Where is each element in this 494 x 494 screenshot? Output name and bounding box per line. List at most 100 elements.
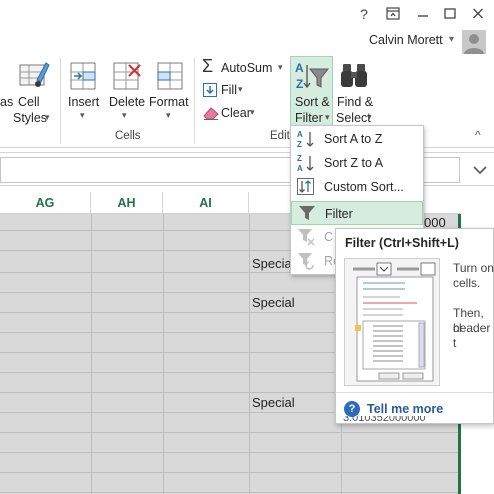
format-button[interactable] xyxy=(152,60,186,92)
column-divider xyxy=(91,214,92,494)
sort-filter-icon: A Z xyxy=(295,61,330,91)
minimize-button[interactable] xyxy=(413,5,433,23)
row-divider xyxy=(0,452,460,453)
menu-item-label: Filter xyxy=(325,207,353,221)
sort-filter-label-line2: Filter xyxy=(295,111,323,125)
autosum-dropdown-icon: ▾ xyxy=(278,62,283,72)
close-button[interactable] xyxy=(468,5,488,23)
clear-dropdown-icon: ▾ xyxy=(250,107,255,117)
column-divider xyxy=(249,214,250,494)
person-icon xyxy=(464,34,484,54)
row-divider xyxy=(0,472,460,473)
delete-dropdown-icon[interactable]: ▾ xyxy=(122,110,127,121)
menu-item-label: Sort Z to A xyxy=(324,156,384,170)
autosum-button[interactable]: Σ AutoSum ▾ xyxy=(202,56,292,78)
menu-item-sort-a-to-z[interactable]: A Z Sort A to Z xyxy=(291,127,423,151)
tooltip-body-line: header t xyxy=(453,321,491,350)
sort-filter-dropdown-icon: ▾ xyxy=(325,112,330,122)
tooltip-title: Filter (Ctrl+Shift+L) xyxy=(345,236,459,250)
fill-dropdown-icon: ▾ xyxy=(238,84,243,94)
insert-button[interactable] xyxy=(66,60,100,92)
tooltip-divider xyxy=(336,392,494,393)
tooltip-preview-image xyxy=(344,258,440,386)
cell-special[interactable]: Special xyxy=(252,295,295,310)
account-name[interactable]: Calvin Morett xyxy=(369,33,443,47)
maximize-button[interactable] xyxy=(440,5,460,23)
tell-me-more-link[interactable]: Tell me more xyxy=(367,402,443,416)
svg-text:Z: Z xyxy=(297,154,302,163)
cell-special[interactable]: Special xyxy=(252,395,295,410)
row-divider xyxy=(0,492,460,493)
autosum-label: AutoSum xyxy=(221,61,273,75)
column-header-ah[interactable]: AH xyxy=(91,192,163,214)
find-select-button[interactable] xyxy=(338,60,372,92)
chevron-down-icon xyxy=(473,166,487,175)
cell-styles-button[interactable] xyxy=(17,60,51,94)
column-header-ag[interactable]: AG xyxy=(0,192,91,214)
group-separator xyxy=(194,58,195,144)
row-divider xyxy=(0,432,460,433)
maximize-icon xyxy=(444,8,456,19)
cell-styles-icon xyxy=(19,62,50,87)
svg-text:A: A xyxy=(295,61,304,75)
sigma-icon: Σ xyxy=(202,56,214,76)
reapply-filter-icon xyxy=(298,253,314,270)
tooltip-body-line: cells. xyxy=(453,276,481,290)
insert-cells-icon xyxy=(70,62,96,90)
cell-styles-label-line2[interactable]: Styles xyxy=(13,110,47,126)
format-dropdown-icon[interactable]: ▾ xyxy=(166,110,171,121)
clear-filter-icon xyxy=(298,229,315,246)
custom-sort-icon xyxy=(297,178,314,195)
insert-dropdown-icon[interactable]: ▾ xyxy=(80,110,85,121)
svg-text:Z: Z xyxy=(297,140,302,149)
menu-item-sort-z-to-a[interactable]: Z A Sort Z to A xyxy=(291,151,423,175)
ribbon-display-options-button[interactable] xyxy=(383,5,403,23)
menu-item-label: Custom Sort... xyxy=(324,180,404,194)
format-as-table-label-partial[interactable]: as xyxy=(0,94,13,110)
cell-styles-dropdown-icon[interactable]: ▾ xyxy=(45,112,50,123)
menu-item-filter[interactable]: Filter xyxy=(291,201,423,225)
delete-button[interactable] xyxy=(109,60,143,92)
fill-button[interactable]: Fill ▾ xyxy=(202,81,262,101)
svg-text:A: A xyxy=(297,130,303,139)
minimize-icon xyxy=(418,15,428,17)
format-cells-icon xyxy=(157,62,183,90)
delete-cells-icon xyxy=(113,62,141,90)
cells-group-label: Cells xyxy=(115,130,141,142)
column-header-ai[interactable]: AI xyxy=(163,192,249,214)
sort-descending-icon: Z A xyxy=(297,154,314,173)
sort-filter-label: Sort & xyxy=(295,95,330,109)
tooltip-body-line: Turn on xyxy=(453,261,494,275)
cell-number-partial[interactable]: 3.010352000000 xyxy=(343,416,460,426)
find-select-label[interactable]: Find & xyxy=(337,94,373,110)
fill-down-icon xyxy=(203,83,217,97)
eraser-icon xyxy=(203,107,219,120)
expand-formula-bar-button[interactable] xyxy=(470,160,490,180)
menu-item-label: Sort A to Z xyxy=(324,132,383,146)
format-label[interactable]: Format xyxy=(149,94,189,110)
find-select-dropdown-icon[interactable]: ▾ xyxy=(367,112,372,123)
svg-text:Z: Z xyxy=(296,77,303,91)
fill-label: Fill xyxy=(221,83,237,97)
clear-button[interactable]: Clear ▾ xyxy=(202,104,272,124)
help-circle-icon: ? xyxy=(344,401,360,417)
svg-text:A: A xyxy=(297,164,303,173)
help-button[interactable]: ? xyxy=(354,5,374,23)
group-separator xyxy=(60,58,61,144)
avatar[interactable] xyxy=(462,30,486,54)
filter-dropdown-preview-icon xyxy=(345,259,439,385)
clear-label: Clear xyxy=(221,106,251,120)
cell-styles-label[interactable]: Cell xyxy=(18,94,40,110)
account-dropdown-icon[interactable]: ▾ xyxy=(449,34,454,45)
binoculars-icon xyxy=(341,64,367,87)
cell-special[interactable]: Special xyxy=(252,256,295,271)
find-select-label-line2[interactable]: Select xyxy=(336,110,371,126)
insert-label[interactable]: Insert xyxy=(68,94,99,110)
column-divider xyxy=(163,214,164,494)
collapse-ribbon-icon[interactable]: ^ xyxy=(475,128,481,142)
delete-label[interactable]: Delete xyxy=(109,94,145,110)
close-icon xyxy=(473,8,483,19)
sort-ascending-icon: A Z xyxy=(297,130,314,149)
menu-item-custom-sort[interactable]: Custom Sort... xyxy=(291,175,423,199)
menu-item-label: C xyxy=(324,230,334,244)
